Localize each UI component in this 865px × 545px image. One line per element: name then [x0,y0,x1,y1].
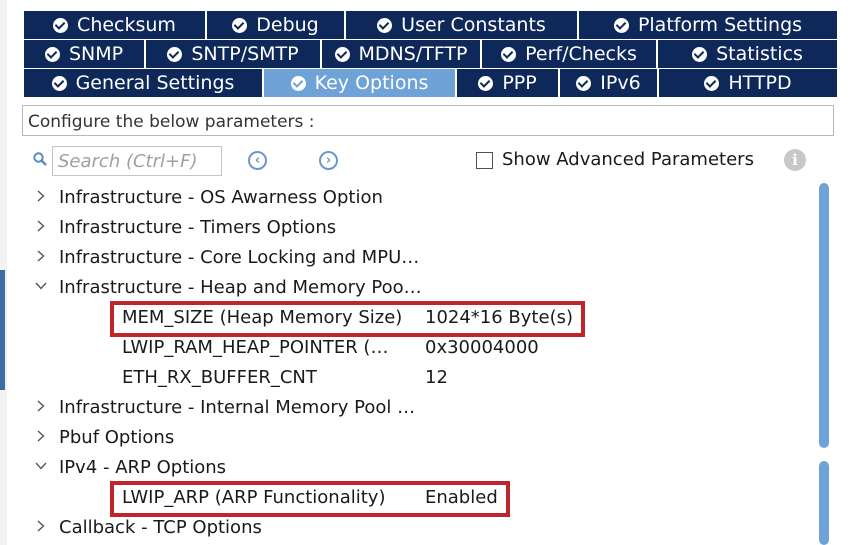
check-circle-icon [334,46,350,62]
tab-label: SNTP/SMTP [191,43,299,65]
scrollbar-thumb[interactable] [819,183,829,448]
tab-label: SNMP [68,43,124,65]
tab-label: Perf/Checks [525,43,637,65]
tree-param-row: MEM_SIZE (Heap Memory Size) 1024*16 Byte(… [0,301,815,337]
check-circle-icon [290,75,306,91]
tab-label: HTTPD [728,72,792,94]
tab-key-options[interactable]: Key Options [264,69,457,97]
tree-group-row[interactable]: Pbuf Options [0,423,815,453]
tab-row-1: Checksum Debug User Constants Platform Sett… [24,11,837,39]
tab-ipv6[interactable]: IPv6 [560,69,659,97]
tree-group-label[interactable]: Infrastructure - Timers Options [59,217,336,238]
chevron-right-icon[interactable] [35,190,47,202]
tree-group-row[interactable]: Infrastructure - Timers Options [0,213,815,243]
tab-statistics[interactable]: Statistics [658,40,837,68]
tree-param-row: LWIP_ARP (ARP Functionality) Enabled [0,481,815,517]
chevron-right-circle-icon[interactable]: › [319,151,338,170]
tree-group-row[interactable]: Infrastructure - OS Awarness Option [0,183,815,213]
chevron-right-icon[interactable] [35,220,47,232]
highlight-box [110,481,510,517]
highlight-box [110,301,585,337]
check-circle-icon [478,75,494,91]
param-name: ETH_RX_BUFFER_CNT [122,367,317,388]
check-circle-icon [377,17,393,33]
scrollbar-track-lower[interactable] [819,461,829,545]
info-icon[interactable]: i [784,149,806,171]
chevron-right-icon[interactable] [35,250,47,262]
tab-label: Platform Settings [637,14,803,36]
tab-label: PPP [502,72,537,94]
tab-label: MDNS/TFTP [358,43,468,65]
chevron-right-icon[interactable] [35,400,47,412]
check-circle-icon [44,46,60,62]
param-name: LWIP_RAM_HEAP_POINTER (… [122,337,389,358]
tab-general-settings[interactable]: General Settings [24,69,264,97]
tree-group-label[interactable]: Callback - TCP Options [59,517,262,538]
chevron-down-icon[interactable] [35,460,47,472]
tab-platform-settings[interactable]: Platform Settings [579,11,837,39]
check-circle-icon [167,46,183,62]
check-circle-icon [51,75,67,91]
check-circle-icon [613,17,629,33]
tab-label: Checksum [77,14,176,36]
tree-group-label[interactable]: Pbuf Options [59,427,174,448]
tab-user-constants[interactable]: User Constants [346,11,579,39]
tab-row-2: SNMP SNTP/SMTP MDNS/TFTP Perf/Checks Statist… [24,40,837,68]
tree-param-row: ETH_RX_BUFFER_CNT 12 [0,363,815,393]
tab-label: Key Options [314,72,429,94]
tree-group-row[interactable]: Infrastructure - Core Locking and MPU… [0,243,815,273]
param-value[interactable]: 12 [425,367,448,388]
tree-group-label[interactable]: Infrastructure - OS Awarness Option [59,187,383,208]
vertical-scrollbar[interactable] [817,183,831,545]
tab-label: General Settings [75,72,235,94]
parameter-tree: Infrastructure - OS Awarness Option Infra… [0,183,815,545]
tree-group-label[interactable]: Infrastructure - Internal Memory Pool … [59,397,415,418]
chevron-left-circle-icon[interactable]: ‹ [248,151,267,170]
tab-mdns-tftp[interactable]: MDNS/TFTP [322,40,482,68]
tab-row-3: General Settings Key Options PPP IPv6 HTTPD [24,69,837,97]
tab-debug[interactable]: Debug [207,11,346,39]
tree-group-row[interactable]: Callback - TCP Options [0,513,815,543]
param-value[interactable]: 0x30004000 [425,337,539,358]
chevron-right-icon[interactable] [35,430,47,442]
tab-label: IPv6 [600,72,641,94]
tree-group-label[interactable]: Infrastructure - Core Locking and MPU… [59,247,419,268]
search-input[interactable] [52,146,222,176]
tree-group-row[interactable]: IPv4 - ARP Options [0,453,815,483]
tab-perf-checks[interactable]: Perf/Checks [482,40,658,68]
tree-group-label[interactable]: Infrastructure - Heap and Memory Poo… [59,277,422,298]
tree-param-row: LWIP_RAM_HEAP_POINTER (… 0x30004000 [0,333,815,363]
check-circle-icon [232,17,248,33]
tab-sntp-smtp[interactable]: SNTP/SMTP [146,40,322,68]
check-circle-icon [501,46,517,62]
tree-group-row[interactable]: Infrastructure - Heap and Memory Poo… [0,273,815,303]
check-circle-icon [692,46,708,62]
tab-snmp[interactable]: SNMP [24,40,146,68]
tab-label: User Constants [401,14,546,36]
tab-ppp[interactable]: PPP [457,69,560,97]
check-circle-icon [704,75,720,91]
config-caption: Configure the below parameters : [22,105,834,136]
tree-group-row[interactable]: Infrastructure - Internal Memory Pool … [0,393,815,423]
tab-checksum[interactable]: Checksum [24,11,207,39]
check-circle-icon [53,17,69,33]
search-icon [33,152,47,166]
tab-httpd[interactable]: HTTPD [659,69,837,97]
tab-label: Statistics [716,43,803,65]
tab-label: Debug [256,14,319,36]
show-advanced-label[interactable]: Show Advanced Parameters [502,149,754,170]
chevron-down-icon[interactable] [35,280,47,292]
tree-group-label[interactable]: IPv4 - ARP Options [59,457,226,478]
show-advanced-checkbox[interactable] [476,152,493,169]
check-circle-icon [576,75,592,91]
chevron-right-icon[interactable] [35,520,47,532]
